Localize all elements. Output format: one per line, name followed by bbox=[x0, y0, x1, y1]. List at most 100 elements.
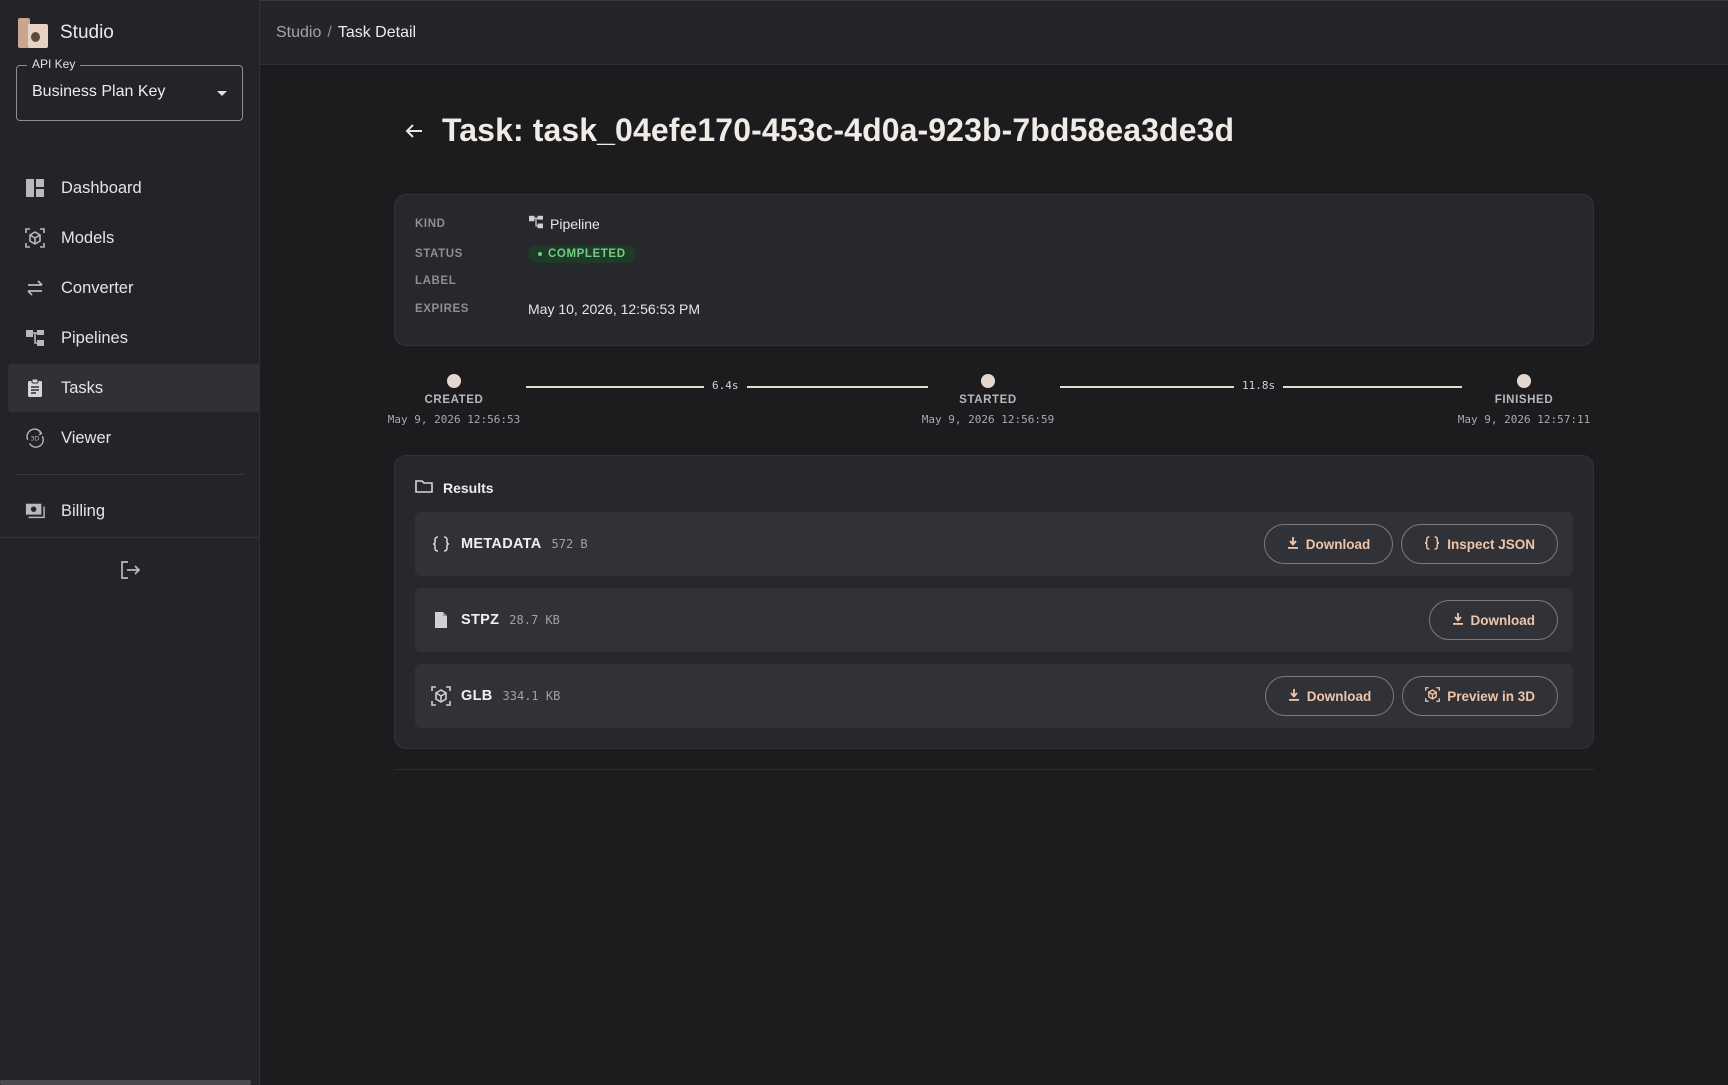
expires-row: EXPIRES May 10, 2026, 12:56:53 PM bbox=[415, 301, 700, 317]
download-button[interactable]: Download bbox=[1428, 600, 1558, 640]
breadcrumb-separator: / bbox=[327, 23, 332, 41]
preview-3d-label: Preview in 3D bbox=[1447, 688, 1535, 704]
result-row-glb: GLB 334.1 KB Download Preview in 3D bbox=[415, 664, 1573, 728]
results-header: Results bbox=[415, 478, 494, 497]
pipeline-icon bbox=[528, 215, 544, 232]
kind-label: KIND bbox=[415, 217, 446, 230]
sidebar-item-label: Billing bbox=[61, 501, 106, 520]
breadcrumb-studio[interactable]: Studio bbox=[276, 24, 321, 41]
sidebar-item-label: Viewer bbox=[61, 428, 112, 447]
task-info-card: KIND Pipeline STATUS COMPLETED LABEL EXP… bbox=[394, 194, 1594, 346]
sidebar-item-dashboard[interactable]: Dashboard bbox=[8, 164, 260, 212]
timeline-finished: FINISHED May 9, 2026 12:57:11 bbox=[1454, 370, 1594, 426]
sidebar-item-pipelines[interactable]: Pipelines bbox=[8, 314, 260, 362]
pipeline-icon bbox=[25, 328, 45, 348]
app-name: Studio bbox=[60, 22, 114, 43]
timeline-label: FINISHED bbox=[1494, 394, 1554, 406]
folder-icon bbox=[415, 478, 433, 497]
status-badge: COMPLETED bbox=[528, 245, 636, 263]
braces-icon bbox=[431, 534, 451, 554]
timeline-time: May 9, 2026 12:56:59 bbox=[921, 413, 1055, 426]
timeline-duration: 6.4s bbox=[704, 379, 747, 392]
download-button[interactable]: Download bbox=[1264, 676, 1395, 716]
brand[interactable]: Studio bbox=[18, 18, 114, 48]
sidebar-scrollbar[interactable] bbox=[0, 1080, 251, 1085]
braces-icon bbox=[1424, 535, 1440, 553]
preview-3d-button[interactable]: Preview in 3D bbox=[1402, 676, 1558, 716]
studio-logo-icon bbox=[18, 18, 48, 48]
label-label: LABEL bbox=[415, 275, 457, 287]
viewer-3d-icon: 3D bbox=[25, 428, 45, 448]
nav-divider bbox=[16, 474, 245, 475]
file-icon bbox=[431, 610, 451, 630]
download-icon bbox=[1288, 688, 1300, 704]
expires-label: EXPIRES bbox=[415, 303, 470, 315]
breadcrumb-current: Task Detail bbox=[337, 23, 417, 41]
cube-icon bbox=[1425, 687, 1441, 705]
timeline-dot bbox=[1517, 374, 1531, 388]
result-name: STPZ bbox=[461, 612, 500, 628]
result-row-stpz: STPZ 28.7 KB Download bbox=[415, 588, 1573, 652]
sidebar: Studio API Key Business Plan Key Dashboa… bbox=[0, 0, 260, 1085]
api-key-label: API Key bbox=[27, 57, 81, 71]
timeline-dot bbox=[447, 374, 461, 388]
expires-value: May 10, 2026, 12:56:53 PM bbox=[528, 301, 700, 317]
cube-icon bbox=[25, 228, 45, 248]
status-label: STATUS bbox=[415, 248, 463, 260]
billing-icon bbox=[25, 501, 45, 521]
download-icon bbox=[1452, 612, 1464, 628]
label-row: LABEL bbox=[415, 275, 528, 287]
sidebar-item-label: Converter bbox=[61, 278, 134, 297]
result-row-metadata: METADATA 572 B Download Inspect JSON bbox=[415, 512, 1573, 576]
result-size: 572 B bbox=[551, 537, 588, 551]
top-bar: Studio / Task Detail bbox=[260, 1, 1728, 65]
result-name: METADATA bbox=[461, 536, 542, 552]
sidebar-item-converter[interactable]: Converter bbox=[8, 264, 260, 312]
sidebar-item-label: Dashboard bbox=[61, 178, 142, 197]
inspect-json-label: Inspect JSON bbox=[1447, 536, 1535, 552]
result-actions: Download Inspect JSON bbox=[1263, 524, 1558, 564]
clipboard-icon bbox=[25, 378, 45, 398]
results-card: Results METADATA 572 B Download Inspect … bbox=[394, 455, 1594, 749]
breadcrumb: Studio / Task Detail bbox=[276, 24, 416, 42]
inspect-json-button[interactable]: Inspect JSON bbox=[1401, 524, 1558, 564]
timeline-label: STARTED bbox=[959, 394, 1017, 406]
caret-down-icon bbox=[217, 91, 227, 96]
logout-icon[interactable] bbox=[118, 558, 142, 582]
download-label: Download bbox=[1305, 536, 1371, 552]
result-actions: Download Preview in 3D bbox=[1264, 676, 1558, 716]
sidebar-item-viewer[interactable]: 3D Viewer bbox=[8, 414, 260, 462]
results-title: Results bbox=[443, 479, 494, 496]
kind-value: Pipeline bbox=[528, 215, 600, 232]
sidebar-divider bbox=[0, 537, 259, 538]
timeline-label: CREATED bbox=[424, 394, 484, 406]
page-title: Task: task_04efe170-453c-4d0a-923b-7bd58… bbox=[442, 112, 1235, 148]
back-arrow-icon[interactable] bbox=[402, 119, 426, 143]
sidebar-nav: Dashboard Models Converter Pipelines Tas… bbox=[8, 164, 260, 537]
api-key-select[interactable]: API Key Business Plan Key bbox=[16, 57, 243, 121]
sidebar-item-billing[interactable]: Billing bbox=[8, 487, 260, 535]
task-timeline: CREATED May 9, 2026 12:56:53 6.4s STARTE… bbox=[388, 370, 1594, 430]
timeline-started: STARTED May 9, 2026 12:56:59 bbox=[918, 370, 1058, 426]
result-size: 28.7 KB bbox=[509, 613, 560, 627]
svg-text:3D: 3D bbox=[30, 436, 39, 443]
sidebar-item-tasks[interactable]: Tasks bbox=[8, 364, 260, 412]
download-button[interactable]: Download bbox=[1263, 524, 1394, 564]
sidebar-item-label: Pipelines bbox=[61, 328, 128, 347]
dashboard-icon bbox=[25, 178, 45, 198]
api-key-value: Business Plan Key bbox=[32, 83, 166, 100]
kind-text: Pipeline bbox=[550, 215, 600, 232]
result-actions: Download bbox=[1428, 600, 1558, 640]
kind-row: KIND Pipeline bbox=[415, 215, 600, 232]
swap-icon bbox=[25, 278, 45, 298]
result-name: GLB bbox=[461, 688, 493, 704]
sidebar-item-label: Models bbox=[61, 228, 115, 247]
sidebar-item-label: Tasks bbox=[61, 378, 104, 397]
title-row: Task: task_04efe170-453c-4d0a-923b-7bd58… bbox=[402, 112, 1234, 149]
content-divider bbox=[394, 769, 1594, 770]
timeline-time: May 9, 2026 12:56:53 bbox=[387, 413, 521, 426]
timeline-time: May 9, 2026 12:57:11 bbox=[1457, 413, 1591, 426]
status-text: COMPLETED bbox=[548, 248, 626, 260]
timeline-created: CREATED May 9, 2026 12:56:53 bbox=[384, 370, 524, 426]
sidebar-item-models[interactable]: Models bbox=[8, 214, 260, 262]
